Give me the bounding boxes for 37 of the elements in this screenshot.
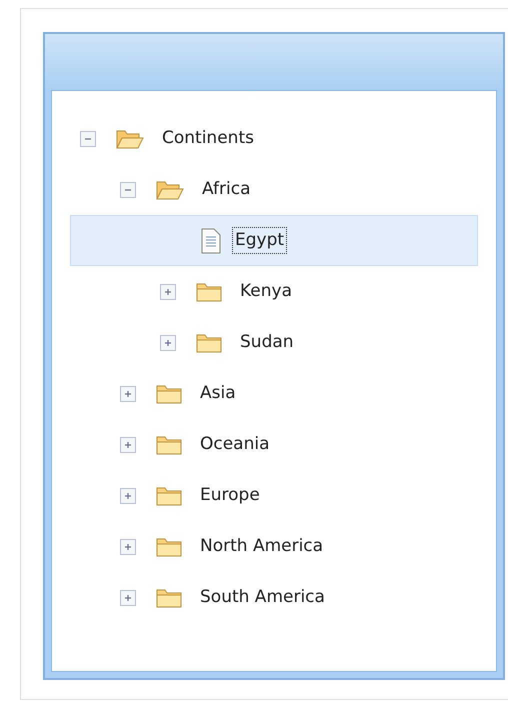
tree-row[interactable]: Kenya — [70, 266, 478, 317]
node-label: Sudan — [239, 330, 295, 354]
expand-toggle[interactable] — [120, 538, 136, 554]
expand-toggle[interactable] — [160, 334, 176, 350]
expand-toggle[interactable] — [120, 386, 136, 402]
plus-icon — [123, 592, 133, 602]
plus-icon — [123, 490, 133, 500]
tree-row[interactable]: South America — [70, 572, 478, 623]
node-label: South America — [199, 586, 326, 609]
plus-icon — [123, 440, 133, 450]
node-label: Europe — [199, 484, 261, 507]
document-icon — [200, 228, 222, 254]
tree-row[interactable]: North America — [70, 521, 478, 572]
tree-row[interactable]: Asia — [70, 368, 478, 419]
expand-toggle[interactable] — [120, 436, 136, 452]
collapse-toggle[interactable] — [120, 182, 136, 198]
node-label: Egypt — [232, 226, 288, 254]
tree-row[interactable]: Continents — [70, 113, 478, 164]
node-label: Asia — [199, 382, 237, 405]
tree-row[interactable]: Egypt — [70, 215, 478, 266]
tree-row[interactable]: Africa — [70, 164, 478, 215]
node-label: Continents — [161, 126, 255, 150]
tree-row[interactable]: Oceania — [70, 419, 478, 470]
plus-icon — [123, 542, 133, 552]
node-label: North America — [199, 534, 324, 558]
tree-row[interactable]: Europe — [70, 470, 478, 521]
plus-icon — [163, 286, 173, 296]
plus-icon — [123, 388, 133, 398]
expand-toggle[interactable] — [120, 488, 136, 504]
expand-toggle[interactable] — [160, 284, 176, 300]
collapse-toggle[interactable] — [80, 130, 96, 146]
plus-icon — [163, 338, 173, 348]
node-label: Oceania — [199, 432, 271, 456]
tree-row[interactable]: Sudan — [70, 317, 478, 368]
expand-toggle[interactable] — [120, 590, 136, 606]
node-label: Kenya — [239, 280, 294, 303]
node-label: Africa — [201, 178, 252, 201]
